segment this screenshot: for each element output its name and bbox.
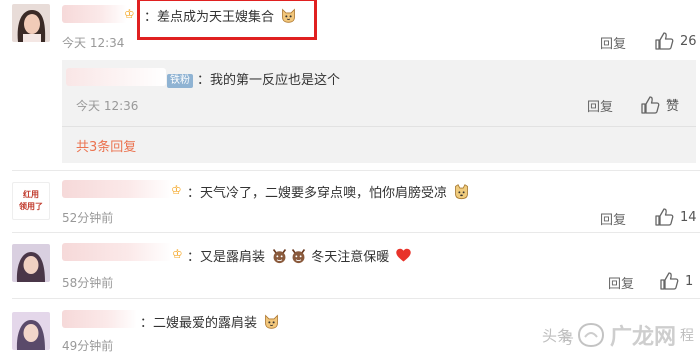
avatar[interactable]: 红用 领用了 bbox=[12, 182, 50, 220]
divider bbox=[12, 170, 700, 171]
avatar[interactable] bbox=[12, 312, 50, 350]
heart-emoji bbox=[396, 248, 412, 262]
comment-time: 49分钟前 bbox=[62, 339, 114, 353]
cat-face-emoji bbox=[265, 314, 279, 329]
thumbs-up-icon bbox=[655, 208, 674, 226]
comment-2: 红用 领用了 ♔ ：天气冷了，二嫂要多穿点噢，怕你肩膀受凉 52分钟前 回复 1… bbox=[0, 172, 700, 232]
comment-text: ：二嫂最爱的露肩装 bbox=[140, 312, 280, 331]
comment-4: ：二嫂最爱的露肩装 49分钟前 bbox=[0, 300, 700, 353]
like-count: 14 bbox=[680, 209, 697, 225]
comment-text: ：又是露肩装 冬天注意保暖 bbox=[187, 246, 412, 265]
reply-button[interactable]: 回复 bbox=[608, 273, 634, 292]
divider bbox=[12, 232, 700, 233]
like-button[interactable]: 26 bbox=[654, 32, 697, 50]
avatar[interactable] bbox=[12, 4, 50, 42]
cat-face-emoji bbox=[282, 8, 296, 23]
iron-fan-badge: 铁粉 bbox=[167, 74, 193, 88]
vip-crown-icon: ♔ bbox=[171, 183, 182, 197]
username-blurred[interactable] bbox=[62, 310, 137, 328]
devil-emoji bbox=[273, 249, 287, 264]
reply-thread: 铁粉 ：我的第一反应也是这个 今天 12:36 回复 赞 共3条回复 bbox=[62, 60, 696, 163]
divider bbox=[12, 298, 700, 299]
reply-button[interactable]: 回复 bbox=[600, 209, 626, 228]
like-button[interactable]: 1 bbox=[659, 272, 693, 290]
comment-3: ♔ ：又是露肩装 冬天注意保暖 58分钟前 回复 1 bbox=[0, 234, 700, 298]
like-count: 1 bbox=[685, 273, 694, 289]
reply-reply-button[interactable]: 回复 bbox=[587, 96, 613, 115]
avatar[interactable] bbox=[12, 244, 50, 282]
vip-crown-icon: ♔ bbox=[124, 7, 135, 21]
like-count: 26 bbox=[680, 33, 697, 49]
thumbs-up-icon bbox=[660, 272, 679, 290]
username-blurred[interactable] bbox=[62, 180, 172, 198]
reply-item: 铁粉 ：我的第一反应也是这个 今天 12:36 回复 赞 bbox=[62, 60, 696, 126]
reply-like-button[interactable]: 赞 bbox=[640, 95, 679, 114]
vip-crown-icon: ♔ bbox=[172, 247, 183, 261]
doge-emoji bbox=[455, 184, 469, 200]
comment-time: 52分钟前 bbox=[62, 211, 114, 225]
comment-time: 今天 12:34 bbox=[62, 36, 125, 50]
reply-time: 今天 12:36 bbox=[76, 99, 139, 113]
avatar-text: 红用 领用了 bbox=[19, 190, 43, 211]
comment-text: ：天气冷了，二嫂要多穿点噢，怕你肩膀受凉 bbox=[187, 182, 470, 201]
reply-like-label: 赞 bbox=[666, 99, 680, 114]
like-button[interactable]: 14 bbox=[654, 208, 697, 226]
comment-text: ：差点成为天王嫂集合 bbox=[144, 6, 297, 25]
comment-1: ♔ ：差点成为天王嫂集合 今天 12:34 回复 26 bbox=[0, 0, 700, 60]
divider bbox=[62, 126, 696, 127]
reply-text: 铁粉 ：我的第一反应也是这个 bbox=[167, 69, 340, 88]
reply-username-blurred[interactable] bbox=[66, 68, 166, 86]
devil-emoji bbox=[292, 249, 306, 264]
comment-time: 58分钟前 bbox=[62, 276, 114, 290]
thumbs-up-icon bbox=[641, 95, 660, 114]
more-replies-link[interactable]: 共3条回复 bbox=[76, 136, 136, 155]
username-blurred[interactable] bbox=[62, 243, 172, 261]
reply-button[interactable]: 回复 bbox=[600, 33, 626, 52]
username-blurred[interactable] bbox=[62, 5, 127, 23]
thumbs-up-icon bbox=[655, 32, 674, 50]
